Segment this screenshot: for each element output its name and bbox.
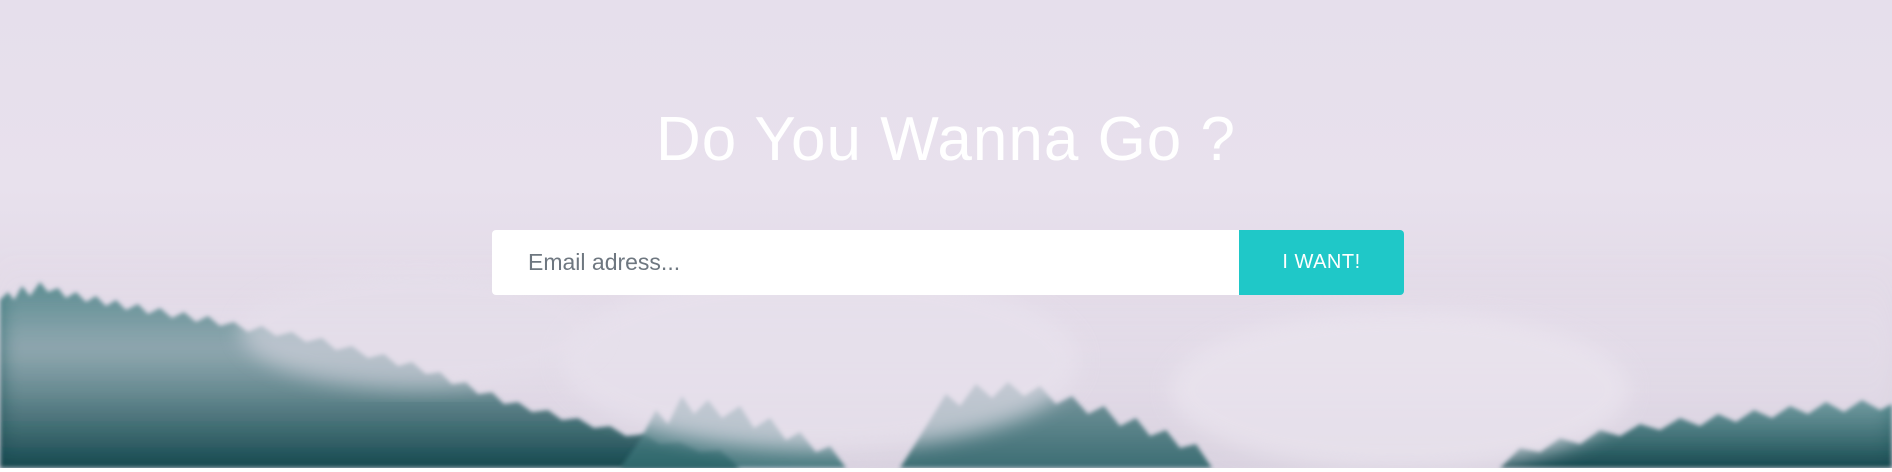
hero-content: Do You Wanna Go ? I WANT! [0,0,1892,468]
page-title: Do You Wanna Go ? [656,105,1236,174]
submit-button[interactable]: I WANT! [1239,230,1404,295]
signup-form: I WANT! [492,230,1404,295]
email-field[interactable] [492,230,1239,295]
page-bottom-edge [0,468,1892,472]
hero-section: Do You Wanna Go ? I WANT! [0,0,1892,468]
